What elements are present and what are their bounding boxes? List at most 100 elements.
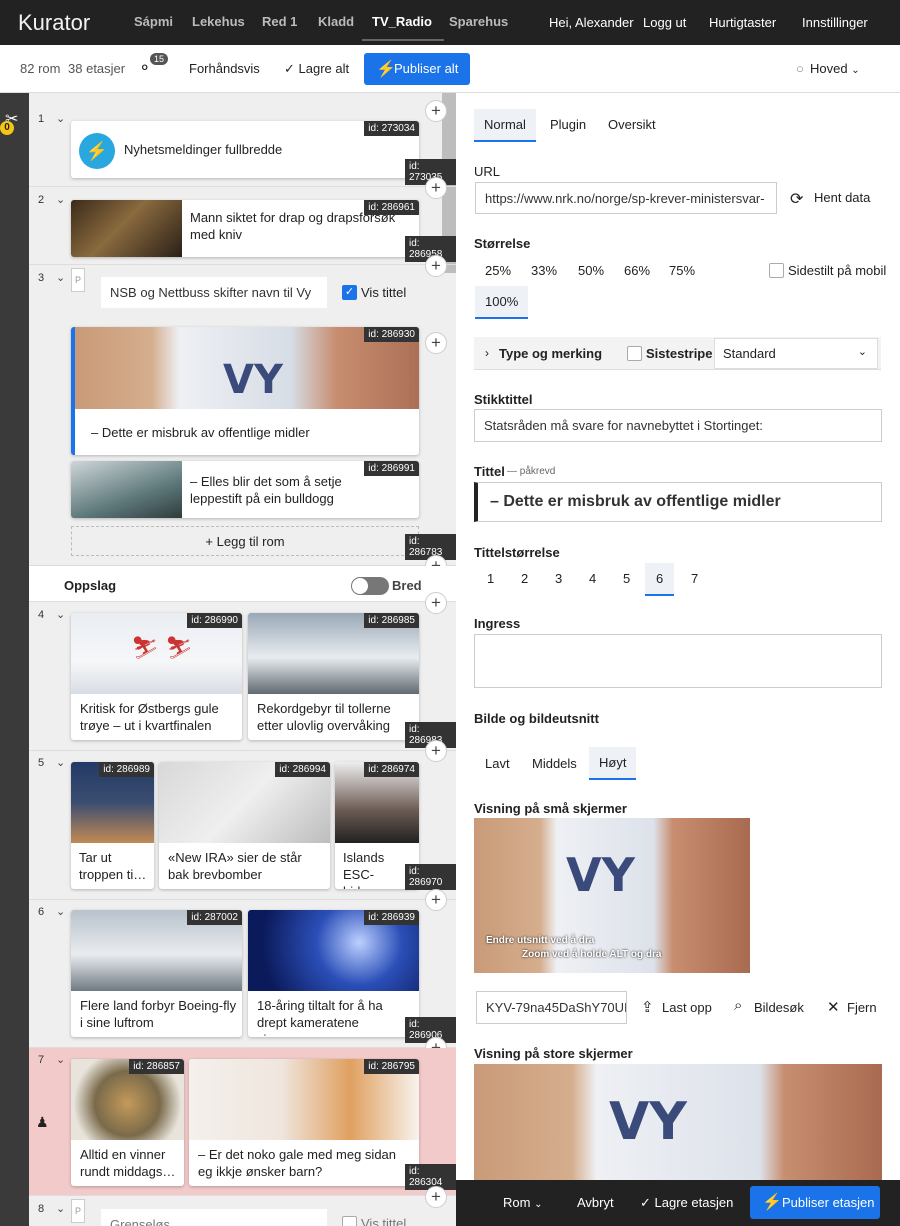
room-card[interactable]: Alltid en vinner rundt middags… id: 2868…: [71, 1059, 184, 1186]
floor-8-group[interactable]: 8 ⌄ P Grenseløs Vis tittel: [29, 1197, 456, 1226]
close-icon[interactable]: ✕: [827, 998, 840, 1016]
lead-textarea[interactable]: [474, 634, 882, 688]
upload-button[interactable]: Last opp: [662, 1000, 712, 1015]
large-screen-image-crop[interactable]: VY: [474, 1064, 882, 1180]
room-card[interactable]: Rekordgebyr til tollerne etter ulovlig o…: [248, 613, 419, 740]
collapse-chevron-icon[interactable]: ⌄: [56, 193, 65, 206]
style-select[interactable]: Standard ⌄: [714, 338, 878, 369]
title-size-7[interactable]: 7: [691, 571, 698, 586]
collapse-chevron-icon[interactable]: ⌄: [56, 271, 65, 284]
image-id-input[interactable]: KYV-79na45DaShY70UI: [476, 991, 627, 1024]
pin-icon[interactable]: P: [71, 268, 85, 292]
size-option-75[interactable]: 75%: [669, 263, 695, 278]
search-icon[interactable]: ⌕: [734, 997, 742, 1014]
app-logo[interactable]: Kurator: [18, 10, 90, 36]
room-card[interactable]: – Elles blir det som å setje leppestift …: [71, 461, 419, 518]
nav-tab-sparehus[interactable]: Sparehus: [449, 14, 508, 29]
nav-tab-lekehus[interactable]: Lekehus: [192, 14, 245, 29]
collapse-chevron-icon[interactable]: ⌄: [56, 756, 65, 769]
save-all-button[interactable]: ✓ Lagre alt: [284, 61, 349, 77]
shortcuts-link[interactable]: Hurtigtaster: [709, 15, 776, 30]
url-input[interactable]: https://www.nrk.no/norge/sp-krever-minis…: [475, 182, 777, 214]
cancel-button[interactable]: Avbryt: [577, 1195, 614, 1210]
show-title-checkbox[interactable]: [342, 1216, 357, 1226]
rooms-menu-button[interactable]: Rom ⌄: [503, 1195, 542, 1210]
size-option-50[interactable]: 50%: [578, 263, 604, 278]
last-stripe-checkbox[interactable]: [627, 346, 642, 361]
room-card[interactable]: ⛷ ⛷ Kritisk for Østbergs gule trøye – ut…: [71, 613, 242, 740]
room-card[interactable]: ⚡ Nyhetsmeldinger fullbredde id: 273034: [71, 121, 419, 178]
add-room-button[interactable]: + Legg til rom: [71, 526, 419, 556]
title-size-5[interactable]: 5: [623, 571, 630, 586]
collapse-chevron-icon[interactable]: ⌄: [56, 608, 65, 621]
collapse-chevron-icon[interactable]: ⌄: [56, 1202, 65, 1215]
branch-selector[interactable]: Hoved ⌄: [810, 61, 860, 76]
image-search-button[interactable]: Bildesøk: [754, 1000, 804, 1015]
nav-tab-sapmi[interactable]: Sápmi: [134, 14, 173, 29]
crop-high[interactable]: Høyt: [589, 747, 637, 780]
logout-link[interactable]: Logg ut: [643, 15, 686, 30]
floor-2[interactable]: 2 ⌄ Mann siktet for drap og drapsforsøk …: [29, 188, 456, 265]
small-screen-image-crop[interactable]: VY Endre utsnitt ved å dra Zoom ved å ho…: [474, 818, 750, 973]
room-card[interactable]: – Er det noko gale med meg sidan eg ikkj…: [189, 1059, 419, 1186]
wide-toggle[interactable]: [351, 577, 389, 595]
size-option-33[interactable]: 33%: [531, 263, 557, 278]
type-marking-section[interactable]: › Type og merking Sistestripe Standard ⌄: [474, 337, 881, 370]
crop-low[interactable]: Lavt: [485, 756, 510, 771]
lightning-icon: ⚡: [376, 61, 396, 78]
show-title-checkbox[interactable]: ✓: [342, 285, 357, 300]
collapse-chevron-icon[interactable]: ⌄: [56, 112, 65, 125]
remove-image-button[interactable]: Fjern: [847, 1000, 877, 1015]
add-floor-button[interactable]: +: [425, 332, 447, 354]
kicker-input[interactable]: Statsråden må svare for navnebyttet i St…: [474, 409, 882, 442]
title-input[interactable]: – Dette er misbruk av offentlige midler: [474, 482, 882, 522]
preview-button[interactable]: Forhåndsvis: [189, 61, 260, 76]
crop-medium[interactable]: Middels: [532, 756, 577, 771]
nav-tab-tv-radio[interactable]: TV_Radio: [372, 14, 432, 29]
vy-logo-image: VY: [609, 1092, 687, 1152]
publish-floor-button[interactable]: ⚡ Publiser etasjen: [750, 1186, 880, 1219]
room-card-selected[interactable]: VY – Dette er misbruk av offentlige midl…: [71, 327, 419, 455]
nav-tab-kladd[interactable]: Kladd: [318, 14, 354, 29]
size-option-66[interactable]: 66%: [624, 263, 650, 278]
publish-all-button[interactable]: ⚡ Publiser alt: [364, 53, 470, 85]
size-option-100[interactable]: 100%: [475, 286, 529, 319]
floor-3-group[interactable]: 3 ⌄ P NSB og Nettbuss skifter navn til V…: [29, 266, 456, 566]
room-card[interactable]: Tar ut troppen ti… id: 286989: [71, 762, 154, 889]
side-mobile-checkbox[interactable]: [769, 263, 784, 278]
collapse-chevron-icon[interactable]: ⌄: [56, 1053, 65, 1066]
title-size-6[interactable]: 6: [645, 563, 675, 596]
floor-4[interactable]: 4 ⌄ ⛷ ⛷ Kritisk for Østbergs gule trøye …: [29, 603, 456, 751]
url-label: URL: [474, 164, 501, 179]
floor-6[interactable]: 6 ⌄ Flere land forbyr Boeing-fly i sine …: [29, 900, 456, 1048]
title-size-2[interactable]: 2: [521, 571, 528, 586]
nav-tab-red1[interactable]: Red 1: [262, 14, 297, 29]
floor-number: 1: [38, 113, 45, 125]
group-title-input[interactable]: NSB og Nettbuss skifter navn til Vy: [101, 277, 327, 308]
floor-7[interactable]: 7 ⌄ ♟ Alltid en vinner rundt middags… id…: [29, 1048, 456, 1196]
floor-5[interactable]: 5 ⌄ Tar ut troppen ti… id: 286989 «New I…: [29, 751, 456, 900]
size-option-25[interactable]: 25%: [485, 263, 511, 278]
room-card[interactable]: «New IRA» sier de står bak brevbomber id…: [159, 762, 330, 889]
pin-icon[interactable]: P: [71, 1199, 85, 1223]
room-card[interactable]: Flere land forbyr Boeing-fly i sine luft…: [71, 910, 242, 1037]
title-size-1[interactable]: 1: [487, 571, 494, 586]
clipboard-rail[interactable]: ✂ 0: [0, 93, 29, 1226]
title-size-3[interactable]: 3: [555, 571, 562, 586]
settings-link[interactable]: Innstillinger: [802, 15, 868, 30]
upload-icon[interactable]: ⇪: [641, 998, 654, 1016]
add-floor-button[interactable]: +: [425, 100, 447, 122]
floor-1[interactable]: 1 ⌄ ⚡ Nyhetsmeldinger fullbredde id: 273…: [29, 107, 456, 187]
title-size-4[interactable]: 4: [589, 571, 596, 586]
fetch-data-button[interactable]: Hent data: [814, 190, 870, 205]
floor-number: 3: [38, 272, 45, 284]
room-card[interactable]: Mann siktet for drap og drapsforsøk med …: [71, 200, 419, 257]
tab-plugin[interactable]: Plugin: [540, 109, 596, 140]
tab-normal[interactable]: Normal: [474, 109, 536, 142]
refresh-icon[interactable]: ⟳: [790, 189, 803, 209]
tab-oversikt[interactable]: Oversikt: [598, 109, 666, 140]
save-floor-button[interactable]: ✓ Lagre etasjen: [640, 1195, 733, 1211]
group-title-input[interactable]: Grenseløs: [101, 1209, 327, 1226]
room-card[interactable]: 18-åring tiltalt for å ha drept kamerate…: [248, 910, 419, 1037]
collapse-chevron-icon[interactable]: ⌄: [56, 905, 65, 918]
